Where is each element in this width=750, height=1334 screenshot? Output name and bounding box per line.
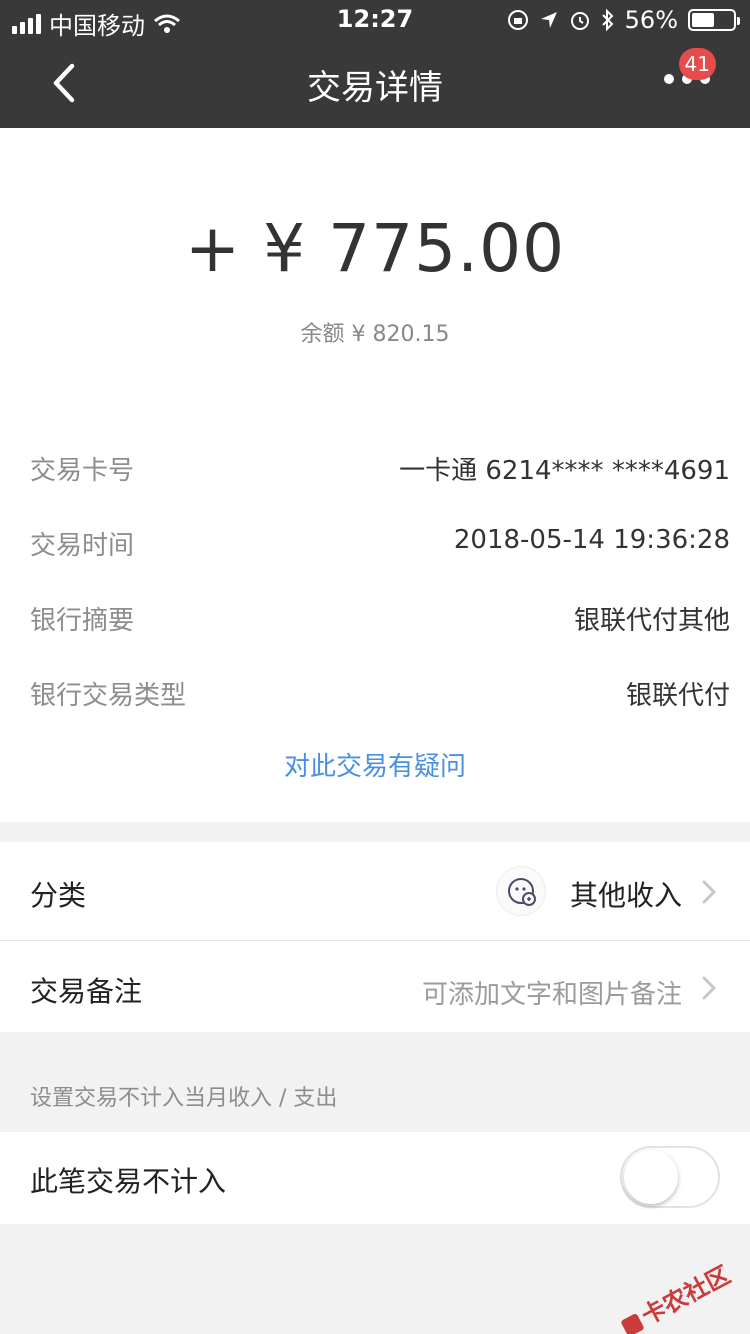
nav-bar: 交易详情 41 — [0, 40, 750, 128]
top-bar: 中国移动 12:27 56% 交易详情 41 — [0, 0, 750, 128]
detail-row-bank-summary: 银行摘要 银联代付其他 — [30, 600, 730, 640]
toggle-knob — [624, 1150, 678, 1204]
account-balance: 余额 ¥ 820.15 — [300, 322, 450, 347]
detail-value: 银联代付其他 — [573, 606, 730, 636]
bluetooth-icon — [601, 9, 614, 31]
chevron-right-icon — [702, 976, 716, 1000]
exclude-label: 此笔交易不计入 — [30, 1165, 227, 1198]
location-icon — [540, 12, 557, 28]
transaction-query-link[interactable]: 对此交易有疑问 — [0, 746, 750, 783]
battery-percent: 56% — [624, 6, 678, 34]
detail-value: 银联代付 — [625, 681, 730, 711]
battery-icon — [688, 9, 740, 31]
status-right: 56% — [507, 6, 740, 34]
watermark-text: 卡农社区 — [636, 1260, 735, 1331]
detail-row-card-number: 交易卡号 一卡通 6214**** ****4691 — [30, 450, 730, 490]
exclude-hint: 设置交易不计入当月收入 / 支出 — [30, 1086, 338, 1111]
detail-row-time: 交易时间 2018-05-14 19:36:28 — [30, 525, 730, 565]
alarm-icon — [570, 12, 589, 30]
note-row[interactable]: 交易备注 可添加文字和图片备注 — [0, 940, 750, 1038]
chevron-right-icon — [702, 880, 716, 904]
detail-value: 一卡通 6214**** ****4691 — [399, 456, 730, 486]
detail-value: 2018-05-14 19:36:28 — [453, 525, 730, 555]
detail-label: 交易时间 — [30, 531, 135, 561]
watermark-icon — [620, 1312, 645, 1334]
transaction-card: + ¥ 775.00 余额 ¥ 820.15 交易卡号 一卡通 6214****… — [0, 128, 750, 822]
category-label: 分类 — [30, 879, 87, 912]
detail-label: 银行摘要 — [30, 606, 135, 636]
watermark-logo: 卡农社区 — [615, 1255, 736, 1334]
category-income-icon — [496, 866, 546, 916]
orientation-lock-icon — [507, 10, 528, 30]
battery-fill — [692, 13, 715, 27]
detail-label: 银行交易类型 — [30, 681, 187, 711]
detail-row-bank-type: 银行交易类型 银联代付 — [30, 675, 730, 715]
classification-section: 分类 其他收入 交易备注 可添加文字和图片备注 — [0, 842, 750, 1032]
note-label: 交易备注 — [30, 975, 143, 1008]
category-value: 其他收入 — [569, 879, 682, 912]
page-title: 交易详情 — [307, 68, 443, 108]
status-bar: 中国移动 12:27 56% — [0, 0, 750, 40]
exclude-toggle[interactable] — [620, 1146, 720, 1208]
exclude-section: 此笔交易不计入 — [0, 1132, 750, 1224]
notification-badge: 41 — [678, 48, 716, 80]
category-row[interactable]: 分类 其他收入 — [0, 842, 750, 941]
transaction-amount: + ¥ 775.00 — [184, 210, 566, 287]
note-placeholder: 可添加文字和图片备注 — [421, 980, 682, 1010]
detail-label: 交易卡号 — [30, 456, 135, 486]
